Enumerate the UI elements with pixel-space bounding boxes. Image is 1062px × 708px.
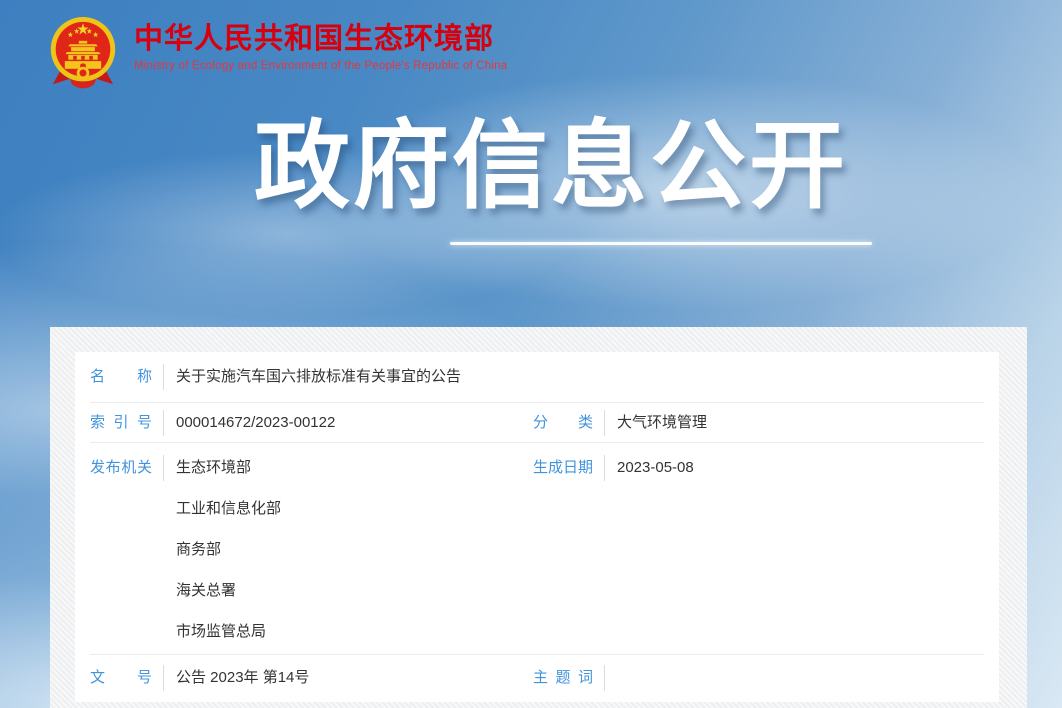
row-docno-keywords: 文号 公告 2023年 第14号 主题词: [90, 655, 984, 701]
info-card-panel: 名称 关于实施汽车国六排放标准有关事宜的公告 索引号 000014672/202…: [75, 352, 999, 702]
name-label: 名称: [90, 367, 152, 387]
date-value: 2023-05-08: [617, 458, 694, 478]
publisher-item: 市场监管总局: [176, 622, 266, 642]
site-header: 中华人民共和国生态环境部 Ministry of Ecology and Env…: [48, 13, 507, 91]
docno-value: 公告 2023年 第14号: [176, 668, 309, 688]
document-name-value: 关于实施汽车国六排放标准有关事宜的公告: [176, 367, 461, 387]
publisher-label: 发布机关: [90, 458, 152, 478]
info-card-outer: 名称 关于实施汽车国六排放标准有关事宜的公告 索引号 000014672/202…: [50, 327, 1027, 708]
divider: [604, 665, 605, 691]
divider: [604, 410, 605, 436]
ministry-name-en: Ministry of Ecology and Environment of t…: [134, 60, 507, 72]
date-cell: 生成日期 2023-05-08: [533, 447, 984, 488]
ministry-title-link[interactable]: 中华人民共和国生态环境部 Ministry of Ecology and Env…: [134, 13, 507, 72]
publisher-item: 工业和信息化部: [176, 499, 281, 519]
publisher-list: 生态环境部 工业和信息化部 商务部 海关总署 市场监管总局: [176, 447, 281, 652]
row-publisher-date: 发布机关 生态环境部 工业和信息化部 商务部 海关总署 市场监管总局 生成日期: [90, 443, 984, 655]
publisher-item: 商务部: [176, 540, 221, 560]
ministry-name-cn: 中华人民共和国生态环境部: [134, 23, 507, 56]
title-underline: [450, 242, 872, 245]
category-value: 大气环境管理: [617, 413, 707, 433]
publisher-item: 生态环境部: [176, 458, 251, 478]
index-value: 000014672/2023-00122: [176, 413, 335, 433]
divider: [604, 455, 605, 481]
row-index-category: 索引号 000014672/2023-00122 分类 大气环境管理: [90, 403, 984, 443]
divider: [163, 364, 164, 390]
docno-label: 文号: [90, 668, 152, 688]
divider: [163, 665, 164, 691]
publisher-cell: 发布机关 生态环境部 工业和信息化部 商务部 海关总署 市场监管总局: [90, 447, 533, 652]
index-cell: 索引号 000014672/2023-00122: [90, 410, 533, 436]
national-emblem-icon[interactable]: [48, 13, 118, 91]
keywords-label: 主题词: [533, 668, 593, 688]
keywords-cell: 主题词: [533, 665, 984, 691]
index-label: 索引号: [90, 413, 152, 433]
category-cell: 分类 大气环境管理: [533, 410, 984, 436]
category-label: 分类: [533, 413, 593, 433]
date-label: 生成日期: [533, 458, 593, 478]
divider: [163, 455, 164, 481]
page-background: 中华人民共和国生态环境部 Ministry of Ecology and Env…: [0, 0, 1062, 708]
docno-cell: 文号 公告 2023年 第14号: [90, 665, 533, 691]
page-title: 政府信息公开: [40, 108, 1062, 226]
publisher-item: 海关总署: [176, 581, 236, 601]
divider: [163, 410, 164, 436]
row-document-name: 名称 关于实施汽车国六排放标准有关事宜的公告: [90, 352, 984, 403]
